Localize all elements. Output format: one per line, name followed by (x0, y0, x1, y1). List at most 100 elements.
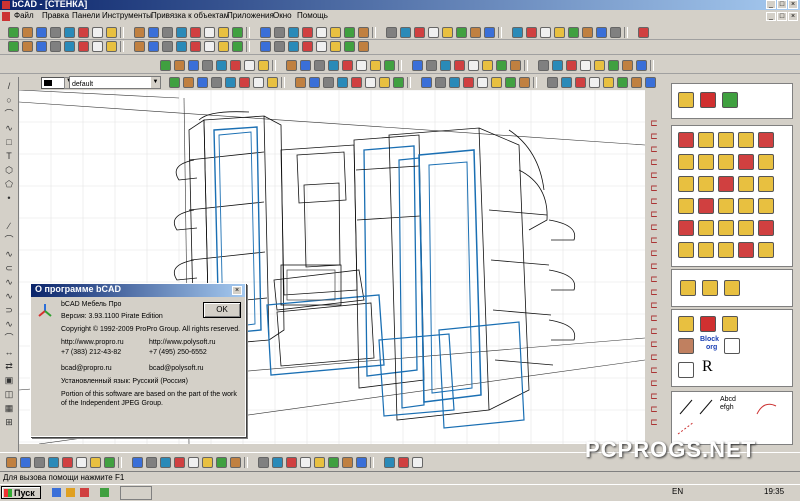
properties-tool-icon[interactable] (477, 77, 488, 88)
secondary-toolbar-tool-icon[interactable] (8, 41, 19, 52)
secondary-toolbar-tool-icon[interactable] (316, 41, 327, 52)
secondary-toolbar-tool-icon[interactable] (288, 41, 299, 52)
bottom-toolbar-tool-icon[interactable] (62, 457, 73, 468)
secondary-toolbar-tool-icon[interactable] (274, 41, 285, 52)
properties-tool-icon[interactable] (267, 77, 278, 88)
properties-tool-icon[interactable] (463, 77, 474, 88)
properties-tool-icon[interactable] (561, 77, 572, 88)
view-toolbar-tool-icon[interactable] (594, 60, 605, 71)
view-toolbar-tool-icon[interactable] (608, 60, 619, 71)
frame-icon[interactable] (724, 338, 740, 354)
start-button[interactable]: Пуск (1, 486, 41, 499)
secondary-toolbar-tool-icon[interactable] (162, 41, 173, 52)
view-toolbar-tool-icon[interactable] (384, 60, 395, 71)
view-toolbar-tool-icon[interactable] (468, 60, 479, 71)
main-toolbar-tool-icon[interactable] (554, 27, 565, 38)
main-toolbar-tool-icon[interactable] (134, 27, 145, 38)
main-toolbar-tool-icon[interactable] (92, 27, 103, 38)
snap-tool-icon[interactable]: ⊏ (649, 365, 659, 375)
snap-tool-icon[interactable]: ⊏ (649, 235, 659, 245)
furniture-icon[interactable] (678, 92, 694, 108)
main-toolbar-tool-icon[interactable] (8, 27, 19, 38)
draw-tool-icon[interactable]: □ (4, 137, 14, 147)
bottom-toolbar-tool-icon[interactable] (90, 457, 101, 468)
language-indicator[interactable]: EN (672, 487, 683, 496)
email-2[interactable]: bcad@polysoft.ru (149, 365, 204, 372)
view-toolbar-tool-icon[interactable] (202, 60, 213, 71)
properties-tool-icon[interactable] (183, 77, 194, 88)
properties-tool-icon[interactable] (211, 77, 222, 88)
part-tool-icon[interactable] (718, 242, 734, 258)
secondary-toolbar-tool-icon[interactable] (204, 41, 215, 52)
dialog-close-icon[interactable]: × (232, 286, 242, 295)
part-tool-icon[interactable] (758, 132, 774, 148)
snap-tool-icon[interactable]: ⊏ (649, 209, 659, 219)
draw-tool-icon[interactable]: ○ (4, 95, 14, 105)
properties-tool-icon[interactable] (491, 77, 502, 88)
draw-tool-icon[interactable]: ∿ (4, 277, 14, 287)
part-tool-icon[interactable] (738, 220, 754, 236)
doc-restore-icon[interactable]: □ (777, 12, 787, 21)
bottom-toolbar-tool-icon[interactable] (272, 457, 283, 468)
part-tool-icon[interactable] (678, 154, 694, 170)
bottom-toolbar-tool-icon[interactable] (286, 457, 297, 468)
main-toolbar-tool-icon[interactable] (302, 27, 313, 38)
view-toolbar-tool-icon[interactable] (160, 60, 171, 71)
snap-tool-icon[interactable]: ⊏ (649, 261, 659, 271)
main-toolbar-tool-icon[interactable] (540, 27, 551, 38)
view-toolbar-tool-icon[interactable] (440, 60, 451, 71)
bottom-toolbar-tool-icon[interactable] (300, 457, 311, 468)
bottom-toolbar-tool-icon[interactable] (342, 457, 353, 468)
secondary-toolbar-tool-icon[interactable] (358, 41, 369, 52)
properties-tool-icon[interactable] (435, 77, 446, 88)
properties-tool-icon[interactable] (519, 77, 530, 88)
text-r-icon[interactable]: R (702, 358, 713, 376)
draw-tool-icon[interactable]: ∿ (4, 291, 14, 301)
draw-tool-icon[interactable]: ∕ (4, 221, 14, 231)
properties-tool-icon[interactable] (617, 77, 628, 88)
eye-icon[interactable] (678, 338, 694, 354)
bottom-toolbar-tool-icon[interactable] (76, 457, 87, 468)
properties-tool-icon[interactable] (239, 77, 250, 88)
view-toolbar-tool-icon[interactable] (258, 60, 269, 71)
main-toolbar-tool-icon[interactable] (232, 27, 243, 38)
view-toolbar-tool-icon[interactable] (496, 60, 507, 71)
email-1[interactable]: bcad@propro.ru (61, 365, 112, 372)
taskbar-app-bcad[interactable] (120, 486, 152, 500)
main-toolbar-tool-icon[interactable] (204, 27, 215, 38)
bottom-toolbar-tool-icon[interactable] (104, 457, 115, 468)
main-toolbar-tool-icon[interactable] (50, 27, 61, 38)
quicklaunch-icon-4[interactable] (100, 488, 109, 497)
view-toolbar-tool-icon[interactable] (636, 60, 647, 71)
view-toolbar-tool-icon[interactable] (230, 60, 241, 71)
bottom-toolbar-tool-icon[interactable] (146, 457, 157, 468)
site-link-1[interactable]: http://www.propro.ru (61, 339, 124, 346)
secondary-toolbar-tool-icon[interactable] (22, 41, 33, 52)
main-toolbar-tool-icon[interactable] (22, 27, 33, 38)
part-tool-icon[interactable] (718, 198, 734, 214)
snap-tool-icon[interactable]: ⊏ (649, 391, 659, 401)
close-icon[interactable]: × (788, 0, 798, 9)
secondary-toolbar-tool-icon[interactable] (106, 41, 117, 52)
main-toolbar-tool-icon[interactable] (288, 27, 299, 38)
view-toolbar-tool-icon[interactable] (342, 60, 353, 71)
snap-tool-icon[interactable]: ⊏ (649, 157, 659, 167)
snap-tool-icon[interactable]: ⊏ (649, 352, 659, 362)
view-toolbar-tool-icon[interactable] (314, 60, 325, 71)
block-label[interactable]: Block (700, 336, 719, 343)
part-tool-icon[interactable] (738, 198, 754, 214)
draw-tool-icon[interactable]: ⇄ (4, 361, 14, 371)
part-tool-icon[interactable] (738, 242, 754, 258)
menu-window[interactable]: Окно (273, 11, 292, 20)
main-toolbar-tool-icon[interactable] (316, 27, 327, 38)
bottom-toolbar-tool-icon[interactable] (328, 457, 339, 468)
properties-tool-icon[interactable] (449, 77, 460, 88)
snap-tool-icon[interactable]: ⊏ (649, 287, 659, 297)
menu-snap[interactable]: Привязка к объектам (151, 11, 229, 20)
snap-tool-icon[interactable]: ⊏ (649, 118, 659, 128)
snap-tool-icon[interactable]: ⊏ (649, 144, 659, 154)
properties-tool-icon[interactable] (421, 77, 432, 88)
snap-tool-icon[interactable]: ⊏ (649, 404, 659, 414)
draw-tool-icon[interactable]: ▣ (4, 375, 14, 385)
view-toolbar-tool-icon[interactable] (454, 60, 465, 71)
